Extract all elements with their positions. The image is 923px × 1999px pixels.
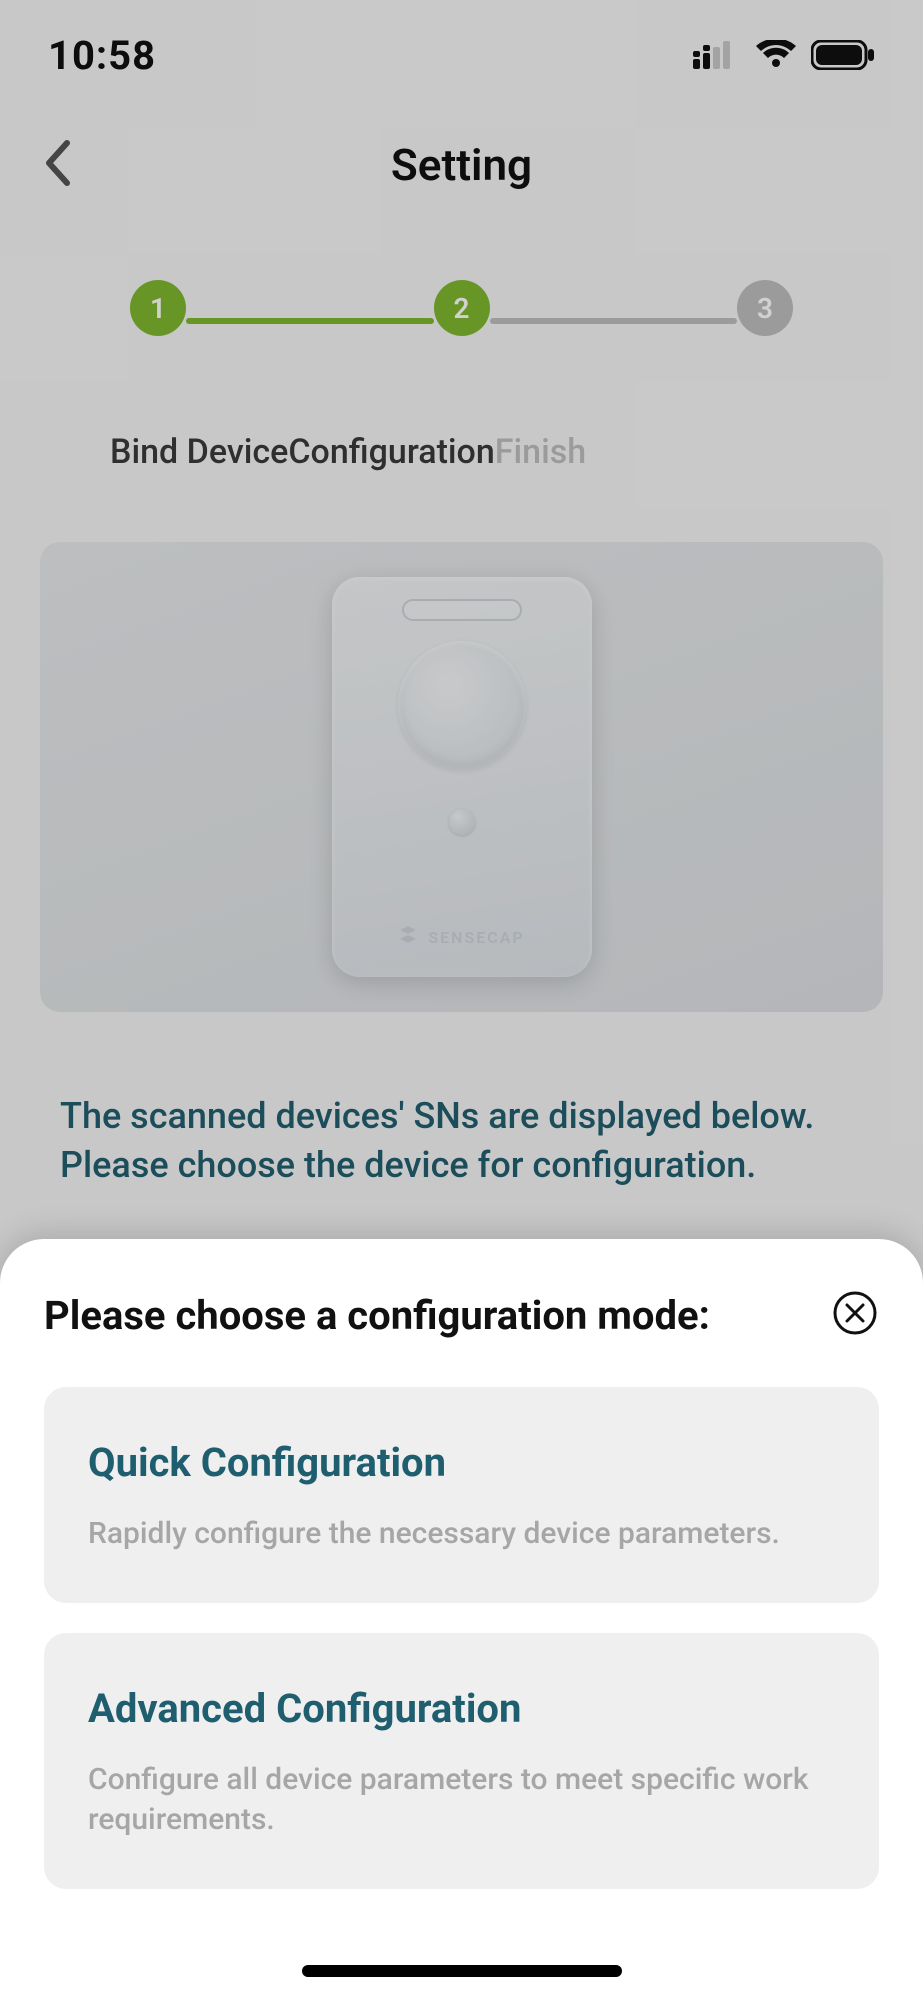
device-slot-icon <box>402 599 522 621</box>
screen: 10:58 <box>0 0 923 1999</box>
sheet-title: Please choose a configuration mode: <box>44 1292 710 1339</box>
advanced-configuration-option[interactable]: Advanced Configuration Configure all dev… <box>44 1633 879 1889</box>
step-3-label: Finish <box>495 432 586 472</box>
quick-configuration-option[interactable]: Quick Configuration Rapidly configure th… <box>44 1387 879 1603</box>
nav-bar: Setting <box>0 110 923 220</box>
wifi-icon <box>755 40 797 70</box>
cellular-signal-icon <box>693 41 741 69</box>
step-1-label: Bind Device <box>110 432 288 472</box>
back-button[interactable] <box>28 135 88 195</box>
device-brand-text: SENSECAP <box>428 928 524 947</box>
stepper: 1 2 3 Bind Device Configuration Finish <box>0 280 923 472</box>
step-line-1-2 <box>186 318 434 324</box>
config-mode-sheet: Please choose a configuration mode: Quic… <box>0 1239 923 1999</box>
battery-icon <box>811 40 875 70</box>
device-button-ring-icon <box>398 641 526 769</box>
step-line-2-3 <box>490 318 738 324</box>
option-desc: Configure all device parameters to meet … <box>88 1760 835 1841</box>
close-icon <box>833 1291 877 1339</box>
step-3-circle: 3 <box>737 280 793 336</box>
brand-logo-icon <box>398 925 418 949</box>
home-indicator[interactable] <box>302 1965 622 1977</box>
status-bar: 10:58 <box>0 0 923 110</box>
status-icons <box>693 40 875 70</box>
close-button[interactable] <box>831 1291 879 1339</box>
page-title: Setting <box>391 139 532 191</box>
device-led-icon <box>449 809 475 835</box>
option-title: Advanced Configuration <box>88 1685 835 1732</box>
option-desc: Rapidly configure the necessary device p… <box>88 1514 835 1555</box>
step-2-label: Configuration <box>288 432 494 472</box>
device-body-illustration: SENSECAP <box>332 577 592 977</box>
step-2-circle: 2 <box>434 280 490 336</box>
device-brand: SENSECAP <box>398 925 524 949</box>
step-1-circle: 1 <box>130 280 186 336</box>
scan-hint-text: The scanned devices' SNs are displayed b… <box>60 1092 863 1189</box>
status-time: 10:58 <box>48 32 156 79</box>
chevron-left-icon <box>43 139 73 191</box>
option-title: Quick Configuration <box>88 1439 835 1486</box>
device-image: SENSECAP <box>40 542 883 1012</box>
